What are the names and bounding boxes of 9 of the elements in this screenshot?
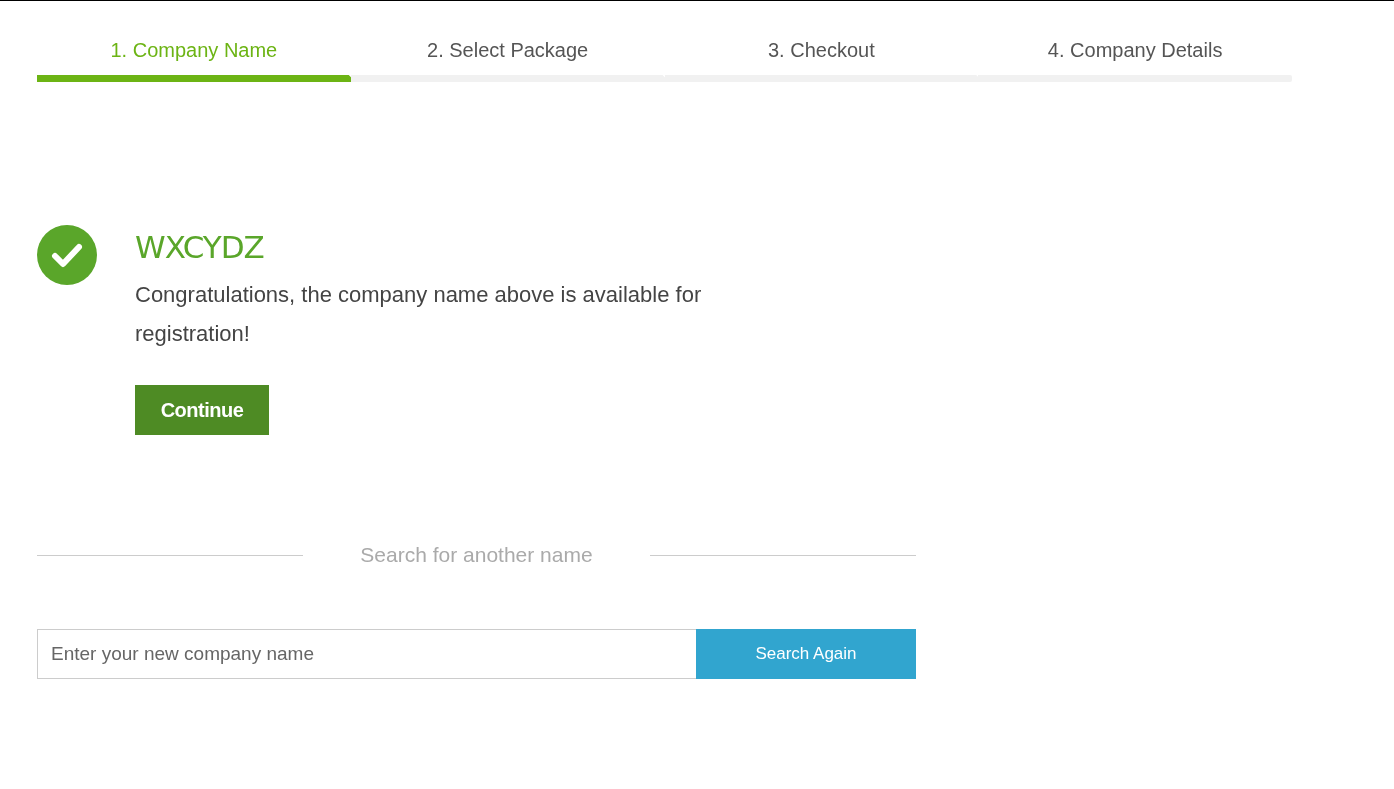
availability-message: Congratulations, the company name above is available for registration! [135, 281, 703, 348]
checkmark-icon [37, 225, 97, 285]
company-name-field[interactable]: Enter your new company name [37, 629, 696, 679]
step-tab[interactable]: 4. Company Details [978, 37, 1292, 75]
section-heading: Search for another name [359, 543, 594, 567]
company-name: WXCYDZ [135, 228, 265, 267]
continue-button[interactable]: Continue [135, 385, 269, 435]
step-tab[interactable]: 3. Checkout [664, 37, 979, 75]
step-tab[interactable]: 2. Select Package [350, 37, 665, 75]
